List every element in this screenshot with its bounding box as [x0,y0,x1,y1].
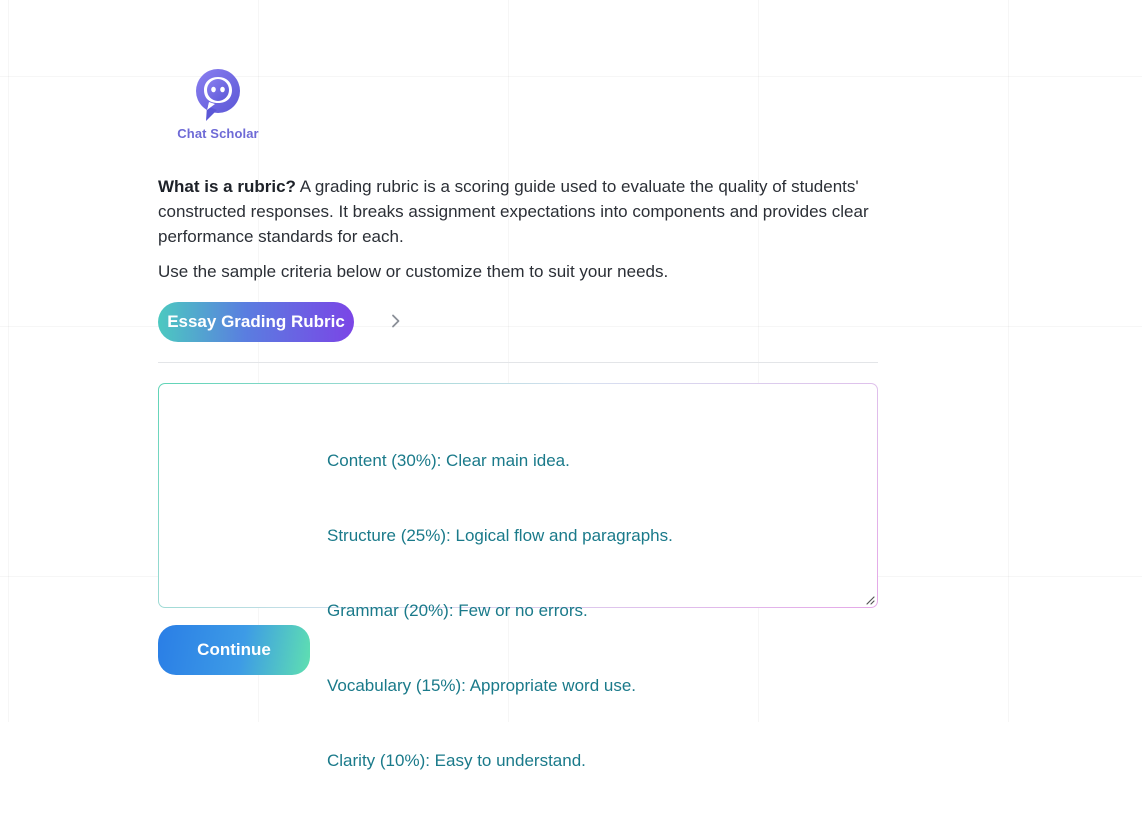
rubric-type-button[interactable]: Essay Grading Rubric [158,302,354,342]
criteria-line: Vocabulary (15%): Appropriate word use. [327,676,637,695]
instruction-text: Use the sample criteria below or customi… [158,262,669,281]
next-rubric-button[interactable] [386,310,406,332]
chevron-right-icon [392,314,400,328]
criteria-list[interactable]: Content (30%): Clear main idea. Structur… [327,398,673,823]
section-divider [158,362,878,363]
criteria-line: Clarity (10%): Easy to understand. [327,751,586,770]
criteria-line: Content (30%): Clear main idea. [327,451,570,470]
criteria-line: Grammar (20%): Few or no errors. [327,601,588,620]
criteria-line: Structure (25%): Logical flow and paragr… [327,526,673,545]
criteria-textarea-inner[interactable]: Content (30%): Clear main idea. Structur… [159,384,877,770]
brand-logo: Chat Scholar [176,68,260,141]
rubric-description: What is a rubric? A grading rubric is a … [158,174,878,249]
criteria-textarea[interactable]: Content (30%): Clear main idea. Structur… [158,383,878,770]
brand-name: Chat Scholar [177,126,259,141]
rubric-setup-page: Chat Scholar What is a rubric? A grading… [0,0,1142,770]
rubric-heading: What is a rubric? [158,177,296,196]
resize-handle-icon[interactable] [865,595,875,605]
chat-bubble-icon [196,69,240,121]
continue-button[interactable]: Continue [158,625,310,675]
